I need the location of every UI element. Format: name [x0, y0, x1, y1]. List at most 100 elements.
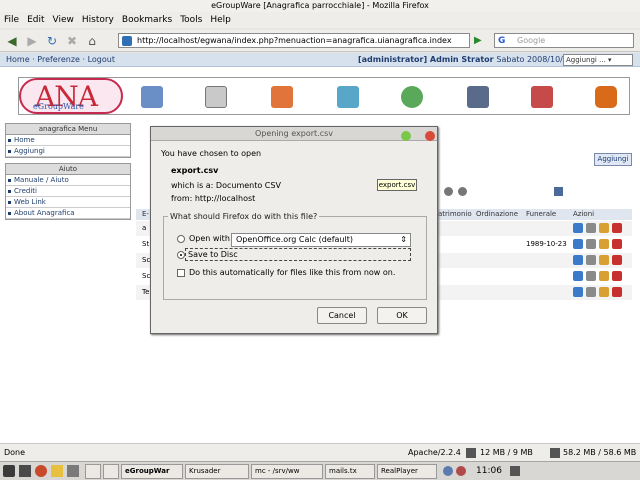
- pager-2[interactable]: [103, 463, 119, 479]
- task-mc[interactable]: mc - /srv/ww: [251, 463, 323, 479]
- col-header-ordinazione[interactable]: Ordinazione: [476, 209, 518, 220]
- view-icon[interactable]: [573, 287, 583, 297]
- open-with-select[interactable]: OpenOffice.org Calc (default) ⇕: [231, 233, 411, 247]
- dialog-maximize-icon[interactable]: [401, 131, 411, 141]
- launcher-icon[interactable]: [51, 465, 63, 477]
- open-with-radio[interactable]: [177, 235, 185, 243]
- language-app-icon[interactable]: [531, 86, 553, 108]
- menu-help[interactable]: Help: [210, 15, 231, 25]
- auto-checkbox[interactable]: [177, 269, 185, 277]
- task-krusader[interactable]: Krusader: [185, 463, 249, 479]
- filter-icon[interactable]: [458, 187, 467, 196]
- row-cell-name: a: [142, 224, 147, 232]
- print-icon[interactable]: [586, 255, 596, 265]
- save-to-disc-radio[interactable]: [177, 251, 185, 259]
- firefox-launcher-icon[interactable]: [35, 465, 47, 477]
- menu-history[interactable]: History: [82, 15, 114, 25]
- memory-icon-2: [550, 448, 560, 458]
- sidebar-item-home[interactable]: Home: [6, 135, 130, 146]
- row-cell-name: St: [142, 240, 150, 248]
- view-icon[interactable]: [573, 255, 583, 265]
- menu-bookmarks[interactable]: Bookmarks: [122, 15, 172, 25]
- sidebar-item-aggiungi[interactable]: Aggiungi: [6, 146, 130, 157]
- print-icon[interactable]: [586, 239, 596, 249]
- filemanager-app-icon[interactable]: [337, 86, 359, 108]
- sidebar-help-box: Aiuto Manuale / Aiuto Crediti Web Link A…: [5, 163, 131, 220]
- delete-icon[interactable]: [612, 223, 622, 233]
- desktop-icon[interactable]: [67, 465, 79, 477]
- print-icon[interactable]: [586, 223, 596, 233]
- navigation-toolbar: ◀ ▶ ↻ ✖ ⌂ http://localhost/egwana/index.…: [0, 30, 640, 52]
- cancel-button[interactable]: Cancel: [317, 307, 367, 324]
- task-mails[interactable]: mails.tx: [325, 463, 375, 479]
- sidebar-item-manual[interactable]: Manuale / Aiuto: [6, 175, 130, 186]
- home-icon[interactable]: ⌂: [84, 33, 100, 49]
- forward-icon[interactable]: ▶: [24, 33, 40, 49]
- menu-view[interactable]: View: [53, 15, 74, 25]
- stop-icon[interactable]: ✖: [64, 33, 80, 49]
- ok-button[interactable]: OK: [377, 307, 427, 324]
- print-icon[interactable]: [586, 271, 596, 281]
- row-actions: [573, 239, 625, 250]
- quick-add-select[interactable]: Aggiungi ... ▾: [563, 54, 633, 66]
- go-icon[interactable]: ▶: [474, 33, 488, 48]
- delete-icon[interactable]: [612, 255, 622, 265]
- view-icon[interactable]: [573, 223, 583, 233]
- url-bar[interactable]: http://localhost/egwana/index.php?menuac…: [118, 33, 470, 48]
- users-app-icon[interactable]: [401, 86, 423, 108]
- menu-tools[interactable]: Tools: [180, 15, 202, 25]
- topnav-preferences-link[interactable]: Preferenze: [37, 55, 80, 64]
- delete-icon[interactable]: [612, 271, 622, 281]
- col-header-matrimonio[interactable]: atrimonio: [438, 209, 472, 220]
- sidebar-item-weblink[interactable]: Web Link: [6, 197, 130, 208]
- ana-logo: ANA eGroupWare: [19, 78, 123, 114]
- export-icon[interactable]: [554, 187, 563, 196]
- topnav-home-link[interactable]: Home: [6, 55, 30, 64]
- terminal-icon[interactable]: [19, 465, 31, 477]
- open-with-app-value: OpenOffice.org Calc (default): [236, 235, 353, 244]
- col-header-funerale[interactable]: Funerale: [526, 209, 556, 220]
- pager-1[interactable]: [85, 463, 101, 479]
- current-date: Sabato 2008/10/25: [496, 55, 574, 64]
- addressbook-app-icon[interactable]: [141, 86, 163, 108]
- search-input[interactable]: G Google: [494, 33, 634, 48]
- menu-file[interactable]: File: [4, 15, 19, 25]
- clear-filter-icon[interactable]: [444, 187, 453, 196]
- view-icon[interactable]: [573, 239, 583, 249]
- menu-edit[interactable]: Edit: [27, 15, 44, 25]
- memory-usage-2: 58.2 MB / 58.6 MB: [563, 448, 637, 457]
- home-app-icon[interactable]: [271, 86, 293, 108]
- admin-app-icon[interactable]: [467, 86, 489, 108]
- edit-icon[interactable]: [599, 239, 609, 249]
- save-to-disc-label[interactable]: Save to Disc: [185, 248, 411, 261]
- row-actions: [573, 271, 625, 282]
- folder-app-icon[interactable]: [205, 86, 227, 108]
- start-menu-icon[interactable]: [3, 465, 15, 477]
- task-realplayer[interactable]: RealPlayer: [377, 463, 437, 479]
- add-button[interactable]: Aggiungi: [594, 153, 632, 166]
- tray-network-icon[interactable]: [443, 466, 453, 476]
- edit-icon[interactable]: [599, 223, 609, 233]
- firefox-window: eGroupWare [Anagrafica parrocchiale] - M…: [0, 0, 640, 480]
- sidebar-item-about[interactable]: About Anagrafica: [6, 208, 130, 219]
- view-icon[interactable]: [573, 271, 583, 281]
- back-icon[interactable]: ◀: [4, 33, 20, 49]
- task-egroupware[interactable]: eGroupWar: [121, 463, 183, 479]
- tray-app-icon[interactable]: [456, 466, 466, 476]
- dialog-close-icon[interactable]: [425, 131, 435, 141]
- edit-icon[interactable]: [599, 287, 609, 297]
- tray-icon[interactable]: [509, 466, 520, 476]
- print-icon[interactable]: [586, 287, 596, 297]
- delete-icon[interactable]: [612, 287, 622, 297]
- topnav-logout-link[interactable]: Logout: [88, 55, 115, 64]
- memory-icon: [466, 448, 476, 458]
- status-text: Done: [4, 448, 26, 457]
- sidebar-item-credits[interactable]: Crediti: [6, 186, 130, 197]
- edit-icon[interactable]: [599, 255, 609, 265]
- edit-icon[interactable]: [599, 271, 609, 281]
- reload-icon[interactable]: ↻: [44, 33, 60, 49]
- delete-icon[interactable]: [612, 239, 622, 249]
- list-toolbar: [436, 186, 626, 198]
- logout-app-icon[interactable]: [595, 86, 617, 108]
- col-header-first[interactable]: E-: [142, 209, 149, 220]
